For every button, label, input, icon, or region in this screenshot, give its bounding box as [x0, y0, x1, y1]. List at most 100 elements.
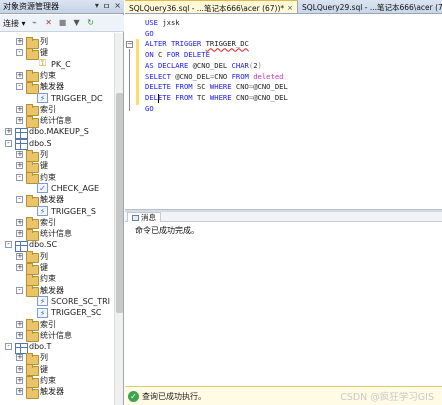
trigger-icon: ⚡	[37, 296, 48, 307]
expand-icon[interactable]: +	[16, 388, 23, 396]
expand-icon[interactable]: +	[16, 264, 23, 271]
tree-node[interactable]: + 列	[16, 36, 48, 49]
expand-icon[interactable]: +	[5, 128, 12, 136]
results-pane: 消息 命令已成功完成。	[125, 212, 442, 385]
collapse-icon[interactable]: -	[5, 241, 12, 249]
code-token: )	[257, 60, 262, 70]
tree-node[interactable]: - dbo.SC	[5, 239, 57, 252]
tree-node[interactable]: + 列	[16, 149, 48, 162]
tree-node[interactable]: 约束	[16, 273, 56, 286]
collapse-icon[interactable]: -	[16, 196, 23, 204]
tree-scrollbar-thumb[interactable]	[116, 93, 123, 313]
fold-guide	[129, 49, 130, 111]
document-tab[interactable]: SQLQuery29.sql - ...笔记本666\acer (76))×	[298, 0, 442, 13]
tree-node[interactable]: + 约束	[16, 375, 56, 388]
close-icon[interactable]: ×	[114, 1, 121, 12]
tree-node[interactable]: + 键	[16, 262, 48, 275]
tree-node-label: 统计信息	[40, 116, 72, 126]
tree-node[interactable]: + 索引	[16, 104, 56, 117]
tree-node[interactable]: ⚡ TRIGGER_DC	[27, 93, 103, 104]
tab-messages[interactable]: 消息	[127, 212, 161, 222]
expand-icon[interactable]: +	[16, 105, 23, 113]
collapse-icon[interactable]: -	[16, 286, 23, 294]
code-token: jxsk	[162, 18, 180, 27]
expand-icon[interactable]: +	[16, 38, 23, 45]
connect-icon[interactable]: ⌁	[30, 18, 40, 28]
trigger-icon: ⚡	[37, 307, 48, 318]
pin-icon[interactable]: ㅁ	[103, 1, 110, 12]
tree-node[interactable]: + 索引	[16, 217, 56, 230]
code-token: WHERE	[209, 92, 236, 102]
expand-icon[interactable]: +	[16, 354, 23, 362]
code-token: FOR DELETE	[166, 50, 210, 60]
tree-node[interactable]: + 列	[16, 251, 48, 264]
tree-node[interactable]: ⚡ TRIGGER_S	[27, 206, 96, 217]
tree-node[interactable]: ⚡ TRIGGER_SC	[27, 307, 101, 318]
document-tabbar: SQLQuery36.sql - ...笔记本666\acer (67))* × S…	[125, 0, 442, 14]
folder-icon	[26, 160, 39, 173]
code-token: deleted	[253, 71, 284, 81]
pane-menu-icon[interactable]: ▾	[95, 1, 99, 12]
collapse-icon[interactable]: -	[16, 83, 23, 91]
expand-icon[interactable]: +	[16, 252, 23, 260]
document-tab[interactable]: SQLQuery36.sql - ...笔记本666\acer (67))* ×	[125, 0, 299, 13]
expand-icon[interactable]: +	[16, 151, 23, 158]
collapse-icon[interactable]: −	[126, 41, 133, 48]
tree-node[interactable]: - 约束	[16, 172, 56, 185]
tree-node-label: 列	[40, 251, 48, 261]
filter-icon[interactable]: ▼	[72, 18, 82, 28]
tree-node[interactable]: ⚿ PK_C	[27, 59, 71, 70]
tree-node[interactable]: - 触发器	[16, 81, 64, 94]
sql-editor[interactable]: − USE jxsk GO ALTER TRIGGER TRIGGER_DC ON C…	[125, 15, 442, 209]
tree-node-label: 约束	[40, 274, 56, 284]
folder-icon	[26, 115, 39, 128]
tree-node[interactable]: - dbo.T	[5, 341, 51, 354]
table-icon	[15, 342, 28, 354]
tree-node[interactable]: - dbo.S	[5, 138, 52, 151]
expand-icon[interactable]: +	[16, 377, 23, 384]
tree-node[interactable]: + 索引	[16, 319, 56, 331]
tree-node[interactable]: - 触发器	[16, 194, 64, 207]
tree-node-label: 统计信息	[40, 229, 72, 239]
disconnect-icon[interactable]: ✕	[44, 18, 54, 28]
expand-icon[interactable]: +	[16, 331, 23, 339]
folder-icon	[26, 36, 39, 49]
stop-icon[interactable]: ■	[58, 18, 68, 28]
code-token: FROM	[231, 71, 254, 81]
tree-node-label: PK_C	[51, 59, 71, 69]
tab-close-icon[interactable]: ×	[287, 4, 293, 12]
tree-node[interactable]: + 触发器	[16, 386, 64, 399]
message-icon	[132, 214, 139, 221]
table-icon	[15, 127, 28, 139]
tree-node[interactable]: + dbo.MAKEUP_S	[5, 126, 89, 139]
code-token: ALTER TRIGGER	[145, 39, 206, 49]
refresh-icon[interactable]: ↻	[86, 18, 96, 28]
tree-node[interactable]: + 键	[16, 160, 48, 173]
collapse-icon[interactable]: -	[16, 173, 23, 181]
collapse-icon[interactable]: -	[5, 343, 12, 351]
expand-icon[interactable]: +	[16, 117, 23, 125]
collapse-icon[interactable]: -	[5, 139, 12, 147]
expand-icon[interactable]: +	[16, 71, 23, 79]
tree-node[interactable]: + 列	[16, 352, 48, 365]
tree-node[interactable]: + 键	[16, 364, 48, 377]
key-icon: ⚿	[39, 59, 46, 70]
tree-scrollbar[interactable]	[114, 33, 123, 405]
tree-node[interactable]: + 统计信息	[16, 330, 72, 343]
tree-node[interactable]: ✓ CHECK_AGE	[27, 183, 99, 194]
tree-node-label: 索引	[40, 104, 56, 114]
expand-icon[interactable]: +	[16, 365, 23, 373]
expand-icon[interactable]: +	[16, 162, 23, 170]
expand-icon[interactable]: +	[16, 230, 23, 238]
tree-node[interactable]: -键	[16, 47, 48, 60]
expand-icon[interactable]: +	[16, 218, 23, 226]
tree-node[interactable]: + 约束	[16, 70, 56, 83]
tree-node[interactable]: - 触发器	[16, 285, 64, 298]
tree-node[interactable]: ⚡ SCORE_SC_TRI	[27, 296, 110, 307]
tree-node[interactable]: + 统计信息	[16, 228, 72, 241]
expand-icon[interactable]: +	[16, 320, 23, 328]
tree-node[interactable]: + 统计信息	[16, 115, 72, 128]
check-constraint-icon: ✓	[37, 183, 48, 194]
collapse-icon[interactable]: -	[16, 49, 23, 57]
connect-button[interactable]: 连接 ▾	[3, 18, 26, 29]
